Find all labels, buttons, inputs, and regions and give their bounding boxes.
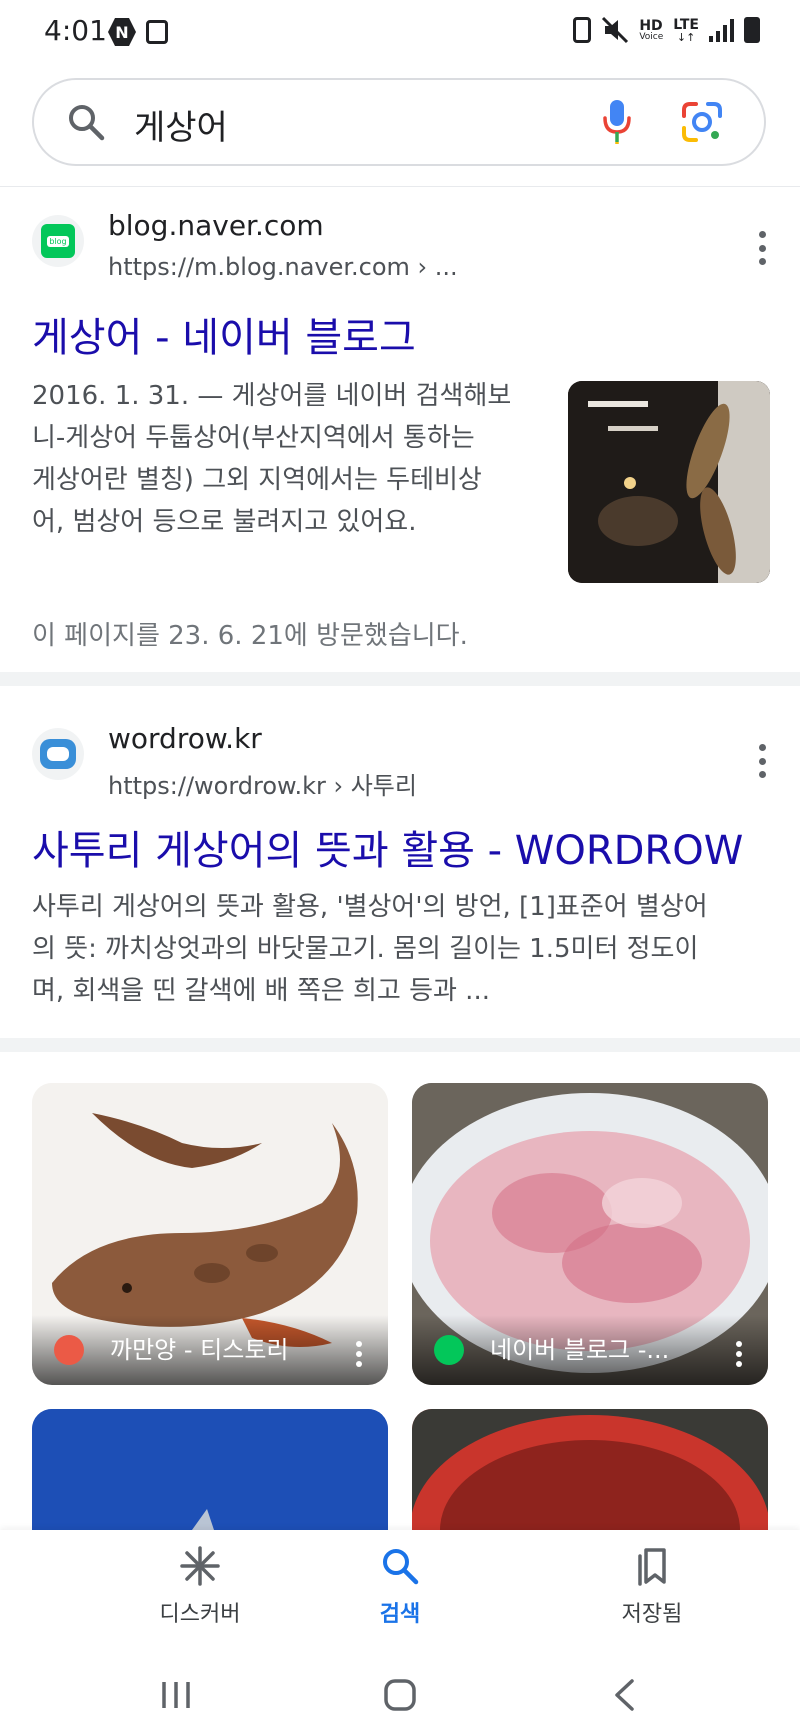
bottom-navigation: 디스커버 검색 저장됨 bbox=[0, 1530, 800, 1660]
naver-notification-icon: N bbox=[108, 18, 136, 46]
hd-label: HD bbox=[639, 17, 663, 34]
nav-discover[interactable]: 디스커버 bbox=[100, 1546, 300, 1628]
naver-blog-favicon-icon bbox=[434, 1335, 464, 1365]
nav-label: 디스커버 bbox=[159, 1602, 241, 1627]
result-divider bbox=[0, 1038, 800, 1052]
status-bar: 4:01 N HD Voice LTE ↓↑ bbox=[0, 0, 800, 62]
battery-icon bbox=[744, 17, 760, 43]
naver-blog-favicon-icon: blog bbox=[32, 215, 84, 267]
status-icons: HD Voice LTE ↓↑ bbox=[573, 16, 760, 44]
image-result-card[interactable] bbox=[32, 1409, 388, 1530]
visited-note: 이 페이지를 23. 6. 21에 방문했습니다. bbox=[32, 621, 468, 651]
result-title-link[interactable]: 사투리 게상어의 뜻과 활용 - WORDROW bbox=[32, 818, 743, 876]
more-options-icon[interactable] bbox=[758, 744, 766, 778]
back-icon[interactable] bbox=[612, 1678, 636, 1712]
result-url[interactable]: https://m.blog.naver.com › ... bbox=[108, 253, 458, 281]
nav-saved[interactable]: 저장됨 bbox=[552, 1546, 752, 1628]
nav-label: 검색 bbox=[379, 1602, 421, 1627]
lte-label: LTE bbox=[673, 16, 699, 33]
search-result: blog blog.naver.com https://m.blog.naver… bbox=[0, 187, 800, 672]
search-input[interactable]: 게상어 bbox=[32, 78, 766, 166]
wordrow-favicon-icon bbox=[32, 728, 84, 780]
data-arrows-icon: ↓↑ bbox=[676, 30, 696, 44]
result-title-link[interactable]: 게상어 - 네이버 블로그 bbox=[32, 305, 416, 363]
result-site-name[interactable]: wordrow.kr bbox=[108, 722, 262, 755]
image-result-card[interactable]: 네이버 블로그 -... bbox=[412, 1083, 768, 1385]
result-snippet: 사투리 게상어의 뜻과 활용, '별상어'의 방언, [1]표준어 별상어 의 … bbox=[32, 886, 772, 1012]
mute-icon bbox=[602, 16, 629, 44]
microphone-icon[interactable] bbox=[602, 98, 632, 146]
signal-icon bbox=[709, 18, 734, 42]
google-lens-icon[interactable] bbox=[680, 100, 724, 144]
app-notification-icon bbox=[146, 20, 168, 44]
image-caption: 까만양 - 티스토리 bbox=[110, 1336, 289, 1364]
search-icon bbox=[383, 1549, 419, 1585]
voice-label: Voice bbox=[639, 31, 664, 42]
nav-search[interactable]: 검색 bbox=[300, 1546, 500, 1628]
battery-saver-icon bbox=[573, 17, 592, 43]
result-snippet: 2016. 1. 31. — 게상어를 네이버 검색해보 니-게상어 두툽상어(… bbox=[32, 375, 542, 543]
nav-label: 저장됨 bbox=[621, 1602, 683, 1627]
image-caption-bar: 네이버 블로그 -... bbox=[412, 1315, 768, 1385]
image-caption-bar: 까만양 - 티스토리 bbox=[32, 1315, 388, 1385]
system-navigation-bar bbox=[0, 1660, 800, 1733]
lte-indicator: LTE ↓↑ bbox=[673, 18, 699, 43]
result-url[interactable]: https://wordrow.kr › 사투리 bbox=[108, 766, 417, 801]
ocean-image bbox=[32, 1409, 388, 1530]
favicon-label: blog bbox=[47, 235, 69, 247]
snippet-line: 게상어란 별칭) 그외 지역에서는 두테비상 bbox=[32, 465, 482, 495]
more-options-icon[interactable] bbox=[356, 1341, 362, 1367]
notification-icons: N bbox=[108, 18, 168, 46]
image-result-card[interactable] bbox=[412, 1409, 768, 1530]
snippet-line: 의 뜻: 까치상엇과의 바닷물고기. 몸의 길이는 1.5미터 정도이 bbox=[32, 934, 699, 964]
image-caption: 네이버 블로그 -... bbox=[490, 1336, 670, 1364]
search-header: 게상어 bbox=[0, 62, 800, 187]
tistory-favicon-icon bbox=[54, 1335, 84, 1365]
snippet-line: 며, 회색을 띤 갈색에 배 쪽은 희고 등과 ... bbox=[32, 976, 490, 1006]
snippet-line: 사투리 게상어의 뜻과 활용, '별상어'의 방언, [1]표준어 별상어 bbox=[32, 892, 708, 922]
result-site-name[interactable]: blog.naver.com bbox=[108, 209, 324, 242]
snippet-line: 니-게상어 두툽상어(부산지역에서 통하는 bbox=[32, 423, 475, 453]
status-time: 4:01 bbox=[44, 14, 107, 47]
more-options-icon[interactable] bbox=[736, 1341, 742, 1367]
bookmark-icon bbox=[638, 1548, 666, 1586]
image-result-card[interactable]: 까만양 - 티스토리 bbox=[32, 1083, 388, 1385]
snippet-line: 어, 범상어 등으로 불려지고 있어요. bbox=[32, 507, 417, 537]
search-query-text: 게상어 bbox=[134, 108, 228, 148]
more-options-icon[interactable] bbox=[758, 231, 766, 265]
result-thumbnail[interactable] bbox=[568, 381, 770, 583]
result-divider bbox=[0, 672, 800, 686]
home-icon[interactable] bbox=[383, 1678, 417, 1712]
recent-apps-icon[interactable] bbox=[160, 1680, 192, 1710]
hd-voice-indicator: HD Voice bbox=[639, 19, 663, 42]
asterisk-icon bbox=[180, 1546, 220, 1586]
search-icon bbox=[69, 105, 105, 141]
red-basket-image bbox=[412, 1409, 768, 1530]
snippet-line: 2016. 1. 31. — 게상어를 네이버 검색해보 bbox=[32, 381, 512, 411]
search-result: wordrow.kr https://wordrow.kr › 사투리 사투리 … bbox=[0, 686, 800, 1038]
